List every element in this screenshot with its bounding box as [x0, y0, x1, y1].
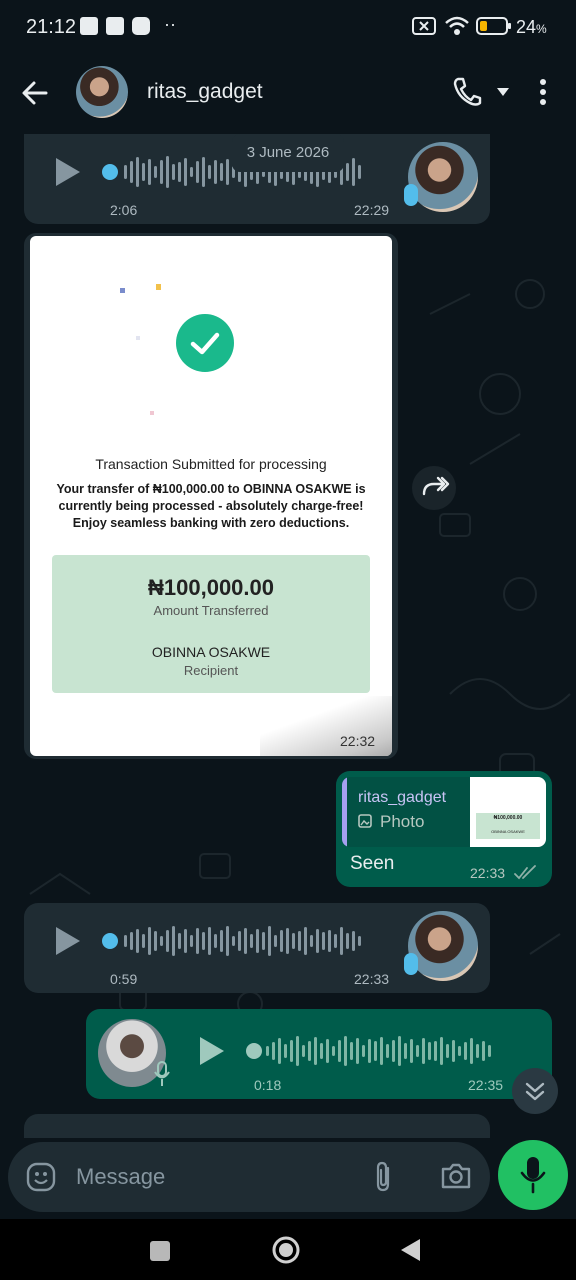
message-time: 22:35	[468, 1077, 504, 1093]
notification-icon	[106, 17, 124, 35]
message-input[interactable]: Message	[76, 1164, 165, 1190]
message-composer[interactable]: Message	[8, 1142, 490, 1212]
incoming-voice-message[interactable]: 0:59 22:33	[24, 903, 490, 993]
incoming-message-partial[interactable]	[24, 1114, 490, 1138]
mic-icon	[154, 1061, 170, 1086]
outgoing-voice-message[interactable]: 0:18 22:35	[86, 1009, 552, 1099]
play-icon[interactable]	[56, 158, 80, 186]
notification-icon	[80, 17, 98, 35]
play-icon[interactable]	[56, 927, 80, 955]
back-arrow-icon[interactable]	[20, 78, 50, 108]
battery-icon	[476, 17, 511, 35]
voice-waveform[interactable]	[266, 1033, 491, 1069]
contact-name[interactable]: ritas_gadget	[147, 80, 263, 104]
back-button[interactable]	[398, 1237, 422, 1263]
confetti	[136, 336, 140, 340]
battery-percent: 24%	[516, 17, 547, 37]
wifi-icon	[445, 16, 469, 35]
success-check-icon	[176, 314, 234, 372]
read-ticks-icon	[514, 865, 536, 880]
forward-button[interactable]	[412, 466, 456, 510]
confetti	[156, 284, 161, 290]
playback-position-dot[interactable]	[102, 933, 118, 949]
message-text: Seen	[350, 853, 395, 874]
receipt-summary-box: ₦100,000.00 Amount Transferred OBINNA OS…	[52, 555, 370, 693]
more-notifications-icon: ··	[164, 14, 176, 34]
receipt-amount-label: Amount Transferred	[153, 603, 269, 618]
receipt-recipient: OBINNA OSAKWE	[151, 644, 271, 660]
more-vert-icon[interactable]	[536, 78, 550, 108]
receipt-image[interactable]: Transaction Submitted for processing You…	[30, 236, 392, 756]
sender-avatar	[408, 142, 478, 212]
home-button[interactable]	[271, 1235, 301, 1265]
voice-duration: 0:59	[110, 971, 138, 987]
quote-bar	[342, 777, 347, 847]
quoted-message[interactable]: ritas_gadget Photo ₦100,000.00 OBINNA OS…	[342, 777, 546, 847]
playback-position-dot[interactable]	[246, 1043, 262, 1059]
system-nav-bar	[0, 1219, 576, 1280]
receipt-body: Your transfer of ₦100,000.00 to OBINNA O…	[56, 482, 366, 530]
message-time: 22:29	[354, 202, 390, 218]
receipt-recipient-label: Recipient	[183, 663, 239, 678]
recents-button[interactable]	[150, 1241, 170, 1261]
sender-avatar	[408, 911, 478, 981]
phone-icon[interactable]	[452, 76, 482, 108]
contact-avatar[interactable]	[76, 66, 128, 118]
message-time: 22:32	[340, 733, 376, 749]
thumb-recipient: OBINNA OSAKWE	[491, 829, 525, 834]
playback-position-dot[interactable]	[102, 164, 118, 180]
quoted-type: Photo	[380, 812, 425, 831]
receipt-title: Transaction Submitted for processing	[95, 456, 327, 472]
sim-error-icon	[412, 17, 436, 35]
quoted-sender: ritas_gadget	[358, 789, 447, 806]
status-time: 21:12	[26, 16, 77, 38]
youtube-icon	[132, 17, 150, 35]
scroll-down-icon[interactable]	[512, 1068, 558, 1114]
voice-waveform[interactable]	[124, 923, 361, 959]
quoted-thumbnail: ₦100,000.00 OBINNA OSAKWE	[470, 777, 546, 847]
emoji-icon[interactable]	[26, 1162, 56, 1192]
thumb-amount: ₦100,000.00	[493, 815, 523, 821]
mic-icon	[404, 184, 418, 206]
outgoing-reply-message[interactable]: ritas_gadget Photo ₦100,000.00 OBINNA OS…	[336, 771, 552, 887]
dropdown-icon[interactable]	[496, 87, 510, 97]
camera-icon[interactable]	[440, 1162, 472, 1190]
date-chip: 3 June 2026	[232, 134, 344, 172]
scroll-down-button[interactable]	[512, 1068, 558, 1114]
incoming-image-message[interactable]: Transaction Submitted for processing You…	[24, 233, 398, 759]
photo-icon	[358, 814, 372, 828]
voice-record-button[interactable]	[498, 1140, 568, 1210]
message-time: 22:33	[354, 971, 390, 987]
message-time: 22:33	[470, 865, 506, 881]
voice-duration: 2:06	[110, 202, 138, 218]
confetti	[120, 288, 125, 293]
voice-duration: 0:18	[254, 1077, 282, 1093]
chat-header: ritas_gadget	[0, 56, 576, 134]
play-icon[interactable]	[200, 1037, 224, 1065]
receipt-amount: ₦100,000.00	[148, 575, 274, 600]
mic-icon[interactable]	[520, 1156, 546, 1194]
status-bar: 21:12 ·· 24%	[0, 0, 576, 56]
confetti	[150, 411, 154, 415]
mic-icon	[404, 953, 418, 975]
attach-icon[interactable]	[372, 1160, 396, 1194]
forward-icon[interactable]	[412, 466, 456, 510]
